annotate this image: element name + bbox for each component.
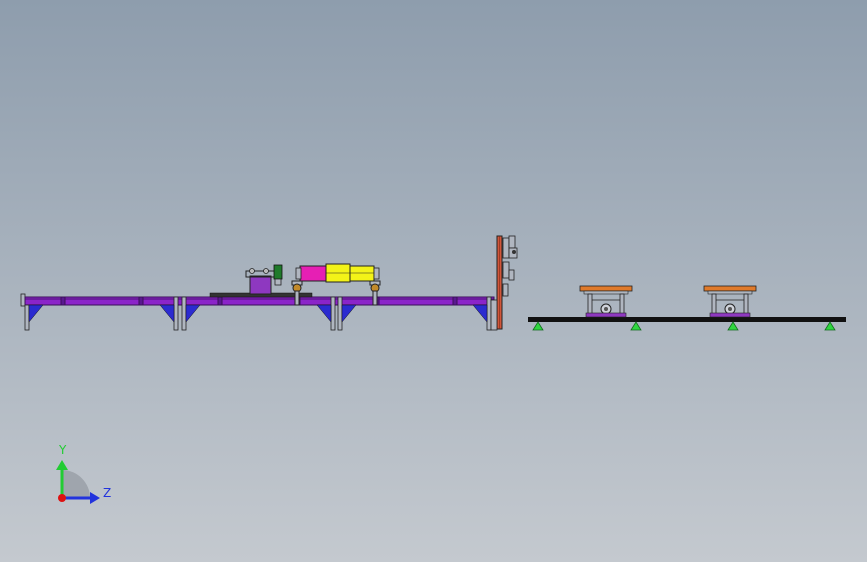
motor-housing [249,275,272,295]
conveyor-end-plate-left [20,293,26,307]
fixture-top-plate [579,285,633,292]
roller-start-cap [295,267,302,280]
triad-origin-point [58,494,66,502]
gearbox-green [273,264,283,280]
support-leg [181,296,187,331]
roller-module[interactable] [295,263,380,283]
gearbox-shaft [274,278,282,286]
column-base-foot [490,299,498,331]
support-leg [24,304,30,331]
fixture-base-block [709,312,751,318]
motor-knob [249,268,255,274]
support-leg [173,296,179,331]
motor-knob [263,268,269,274]
cad-3d-viewport[interactable]: Y Z [0,0,867,562]
conveyor-beam[interactable] [24,296,495,306]
fixture-clamp-bar [583,290,629,295]
roller-segment-yellow-b [349,265,375,282]
assembly-model-scene[interactable] [0,0,867,562]
support-leg [486,296,492,331]
triad-y-label: Y [59,443,67,457]
fixture-clamp-bar [707,290,753,295]
triad-z-label: Z [103,486,112,500]
roller-segment-magenta [299,265,327,282]
roller-end-cap [373,267,380,280]
viewport-background [0,0,867,562]
fixture-base-block [585,312,627,318]
support-leg [337,296,343,331]
support-leg [330,296,336,331]
base-rail [528,317,846,322]
fixture-top-plate [703,285,757,292]
